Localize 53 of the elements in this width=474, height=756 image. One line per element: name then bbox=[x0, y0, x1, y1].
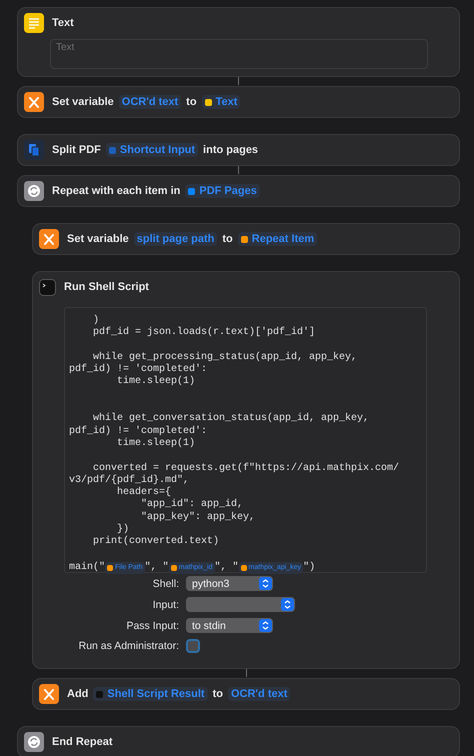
option-label: Input: bbox=[152, 598, 179, 610]
variable-token[interactable]: PDF Pages bbox=[185, 184, 260, 198]
action-card[interactable] bbox=[32, 271, 460, 669]
code-text: ") bbox=[303, 562, 316, 574]
action-label: Set variable bbox=[52, 96, 114, 108]
option-label: Shell: bbox=[152, 578, 179, 590]
script-editor[interactable] bbox=[64, 307, 427, 573]
text-field[interactable]: Text bbox=[50, 39, 428, 69]
chevron-icon bbox=[259, 577, 272, 590]
code-text: ", " bbox=[144, 562, 169, 574]
repeat-icon bbox=[24, 732, 44, 752]
variable-token[interactable]: Shell Script Result bbox=[93, 687, 208, 701]
action-label: to bbox=[212, 688, 223, 700]
action-label: End Repeat bbox=[52, 736, 113, 748]
action-card[interactable]: Set variable OCR'd text to Text bbox=[17, 86, 460, 118]
action-label: Text bbox=[52, 17, 74, 29]
variable-token[interactable]: Repeat Item bbox=[238, 232, 318, 246]
text-icon bbox=[24, 13, 44, 33]
action-label: Repeat with each item in bbox=[52, 185, 180, 197]
documents-icon bbox=[24, 140, 44, 160]
checkbox[interactable] bbox=[186, 639, 200, 653]
code-text: ) pdf_id = json.loads(r.text)['pdf_id'] while get_processing_status(app_id, app_key, pdf_id) != 'completed': time.sleep(1) while get_conversation_status(app_id, app_key, pdf_id) != 'completed': time.sleep(1) converted = requests.get(f"https://api.mathpix.com/ v3/pdf/{pdf_id}.md", headers={ "app_id": app_id, "app_key": app_key, }) print(converted.text) bbox=[69, 315, 400, 549]
action-card[interactable]: End Repeat bbox=[17, 726, 460, 756]
action-card[interactable]: Text Text bbox=[17, 7, 460, 77]
action-card[interactable]: Split PDF Shortcut Input into pages bbox=[17, 134, 460, 166]
chevron-icon bbox=[259, 619, 272, 632]
action-label: into pages bbox=[203, 144, 258, 156]
action-label: to bbox=[186, 96, 197, 108]
repeat-icon bbox=[24, 181, 44, 201]
action-label: to bbox=[222, 233, 233, 245]
code-text: ", " bbox=[214, 562, 239, 574]
action-label: Set variable bbox=[67, 233, 129, 245]
variable-token[interactable]: OCR'd text bbox=[228, 687, 290, 701]
variable-icon bbox=[39, 229, 59, 249]
terminal-icon bbox=[39, 278, 56, 296]
popup-menu[interactable]: to stdin bbox=[186, 618, 273, 633]
variable-token[interactable]: Text bbox=[202, 95, 240, 109]
action-label: Run Shell Script bbox=[64, 281, 149, 293]
variable-token[interactable]: split page path bbox=[134, 232, 218, 246]
variable-icon bbox=[39, 684, 59, 704]
variable-icon bbox=[24, 92, 44, 112]
action-label: Split PDF bbox=[52, 144, 101, 156]
option-label: Run as Administrator: bbox=[78, 640, 179, 652]
action-label: Add bbox=[67, 688, 88, 700]
action-card[interactable]: Add Shell Script Result to OCR'd text bbox=[32, 678, 460, 710]
option-label: Pass Input: bbox=[126, 620, 179, 632]
variable-token[interactable]: Shortcut Input bbox=[106, 143, 198, 157]
action-card[interactable]: Repeat with each item in PDF Pages bbox=[17, 175, 460, 207]
action-card[interactable]: Set variable split page path to Repeat Item bbox=[32, 223, 460, 255]
variable-token[interactable]: OCR'd text bbox=[118, 95, 182, 109]
popup-menu[interactable]: python3 bbox=[186, 576, 273, 591]
chevron-icon bbox=[281, 598, 294, 611]
code-text: main(" bbox=[69, 562, 106, 574]
